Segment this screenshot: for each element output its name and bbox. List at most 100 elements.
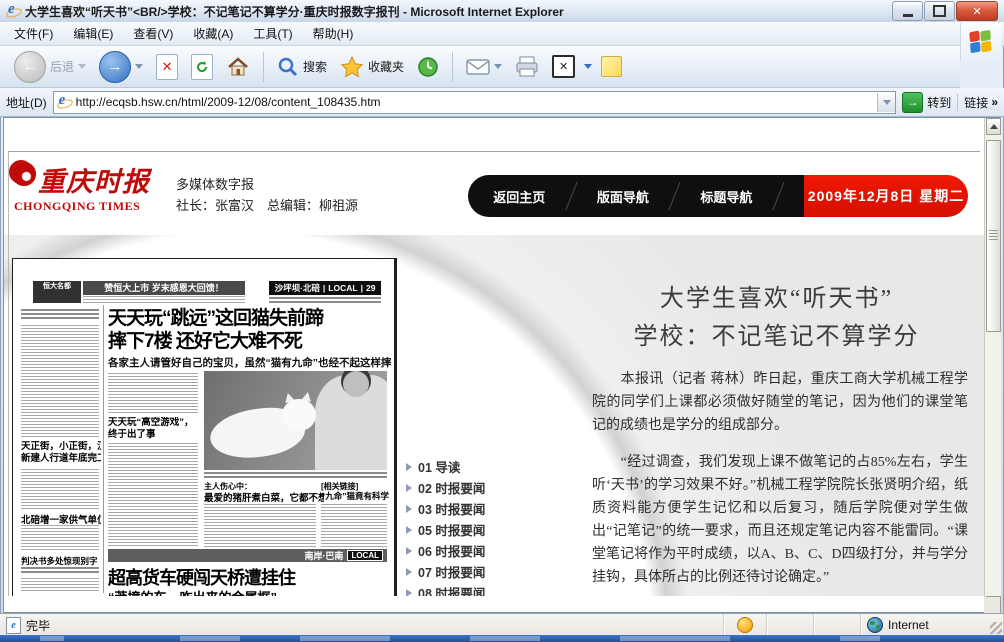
- title-bar: e 大学生喜欢“听天书”<BR/>学校：不记笔记不算学分·重庆时报数字报刊 - …: [0, 0, 1004, 23]
- logo-chinese: 重庆时报: [14, 160, 172, 199]
- placeholder-text: [108, 373, 198, 415]
- menu-favorites[interactable]: 收藏(A): [183, 22, 243, 45]
- status-empty-pane: [814, 614, 861, 636]
- ie-logo-icon: e: [6, 4, 20, 18]
- security-zone-pane: Internet: [861, 614, 1004, 636]
- favorites-star-icon: [340, 56, 364, 78]
- notes-icon: [601, 56, 622, 77]
- main-subhead: 各家主人请管好自己的宝贝，虽然“猫有九命”也经不起这样摔: [108, 355, 388, 370]
- close-button[interactable]: ✕: [956, 1, 998, 21]
- nav-titles-link[interactable]: 标题导航: [700, 187, 752, 206]
- nav-pages-link[interactable]: 版面导航: [597, 187, 649, 206]
- toolbar-dropdown-icon[interactable]: [584, 64, 592, 69]
- status-alert-pane: [724, 614, 767, 636]
- article-body: 本报讯（记者 蒋林）昨日起，重庆工商大学机械工程学院的同学们上课都必须做好随堂的…: [592, 368, 968, 596]
- newspaper-page-thumbnail[interactable]: 恒大名都 赞恒大上市 岁末感恩大回馈！ 沙坪坝·北碚| LOCAL| 29 天天…: [12, 258, 397, 596]
- edit-button[interactable]: ✕: [548, 53, 579, 80]
- notes-button[interactable]: [597, 54, 626, 79]
- stop-button[interactable]: ✕: [152, 52, 182, 82]
- mail-dropdown-icon[interactable]: [494, 64, 502, 69]
- url-input[interactable]: [74, 93, 878, 112]
- go-button[interactable]: → 转到: [902, 92, 951, 113]
- address-label: 地址(D): [6, 94, 47, 111]
- page-favicon-icon: e: [57, 95, 71, 109]
- alert-icon: [737, 617, 753, 633]
- links-more-icon: »: [991, 95, 998, 109]
- nav-separator: [669, 182, 681, 210]
- address-field[interactable]: e: [53, 91, 897, 114]
- back-button[interactable]: ← 后退: [10, 49, 90, 85]
- page-nav-item[interactable]: 05 时报要闻: [406, 519, 556, 540]
- placeholder-text: [321, 504, 387, 547]
- article-title-line1: 大学生喜欢“听天书”: [579, 278, 974, 313]
- refresh-button[interactable]: [187, 52, 217, 82]
- col-headline-1: 天正街，小正街，汉渝路 新建人行道年底完工: [21, 441, 101, 465]
- placeholder-text: [83, 296, 245, 303]
- cat-head: [282, 399, 316, 431]
- scroll-up-button[interactable]: [986, 118, 1001, 135]
- logo-emblem-icon: [12, 162, 36, 186]
- page-nav-item[interactable]: 02 时报要闻: [406, 477, 556, 498]
- masthead-nav: 返回主页 版面导航 标题导航 2009年12月8日 星期二: [468, 175, 968, 217]
- home-button[interactable]: [222, 53, 254, 81]
- ad-headline: 赞恒大上市 岁末感恩大回馈！: [83, 281, 245, 295]
- internet-globe-icon: [867, 617, 883, 633]
- maximize-icon: [933, 5, 946, 17]
- history-button[interactable]: [413, 54, 443, 80]
- page-nav-item[interactable]: 06 时报要闻: [406, 540, 556, 561]
- edit-icon: ✕: [552, 55, 575, 78]
- menu-help[interactable]: 帮助(H): [303, 22, 364, 45]
- search-button[interactable]: 搜索: [273, 54, 331, 80]
- resize-grip[interactable]: [990, 622, 1002, 634]
- history-clock-icon: [417, 56, 439, 78]
- placeholder-headline: [21, 309, 99, 321]
- arrow-icon: [406, 547, 412, 555]
- window-title: 大学生喜欢“听天书”<BR/>学校：不记笔记不算学分·重庆时报数字报刊 - Mi…: [25, 3, 564, 20]
- webpage: 重庆时报 CHONGQING TIMES 多媒体数字报 社长：张富汉 总编辑：柳…: [4, 118, 984, 596]
- favorites-button[interactable]: 收藏夹: [336, 54, 408, 80]
- back-dropdown-icon[interactable]: [78, 64, 86, 69]
- nav-home-link[interactable]: 返回主页: [493, 187, 545, 206]
- nav-separator: [772, 182, 784, 210]
- browser-viewport: 重庆时报 CHONGQING TIMES 多媒体数字报 社长：张富汉 总编辑：柳…: [3, 117, 1001, 613]
- print-button[interactable]: [511, 54, 543, 80]
- vertical-scroll-thumb[interactable]: [986, 140, 1001, 332]
- address-bar: 地址(D) e → 转到 链接 »: [0, 88, 1004, 117]
- main-headline: 天天玩“跳远”这回猫失前蹄 摔下7楼 还好它大难不死: [108, 307, 388, 353]
- placeholder-text: [108, 443, 198, 547]
- article-paragraph: “经过调查，我们发现上课不做笔记的占85%左右，学生听‘天书’的学习效果不好。”…: [592, 451, 968, 589]
- status-message-pane: e 完毕: [0, 614, 724, 636]
- page-nav-item[interactable]: 03 时报要闻: [406, 498, 556, 519]
- scrollbar-corner: [984, 597, 1000, 613]
- printer-icon: [515, 56, 539, 78]
- masthead-nav-links: 返回主页 版面导航 标题导航: [468, 175, 804, 217]
- mail-button[interactable]: [462, 56, 506, 78]
- placeholder-text: [21, 525, 99, 551]
- vertical-scrollbar[interactable]: [984, 118, 1001, 613]
- forward-dropdown-icon[interactable]: [135, 64, 143, 69]
- search-label: 搜索: [303, 58, 327, 75]
- maximize-button[interactable]: [924, 1, 955, 21]
- menu-view[interactable]: 查看(V): [123, 22, 183, 45]
- links-toolbar[interactable]: 链接 »: [957, 94, 998, 111]
- forward-button[interactable]: →: [95, 49, 147, 85]
- site-logo[interactable]: 重庆时报 CHONGQING TIMES: [14, 160, 172, 224]
- search-icon: [277, 56, 299, 78]
- refresh-icon: [191, 54, 213, 80]
- logo-english: CHONGQING TIMES: [14, 199, 172, 214]
- minimize-button[interactable]: [892, 1, 923, 21]
- browser-window: e 大学生喜欢“听天书”<BR/>学校：不记笔记不算学分·重庆时报数字报刊 - …: [0, 0, 1004, 642]
- caption-headline: 最爱的猪肝煮白菜，它都不想吃: [204, 490, 324, 504]
- menu-edit[interactable]: 编辑(E): [63, 22, 123, 45]
- menu-file[interactable]: 文件(F): [4, 22, 63, 45]
- arrow-icon: [406, 526, 412, 534]
- page-nav-item[interactable]: 01 导读: [406, 456, 556, 477]
- cat-photo: [204, 371, 387, 470]
- header-divider: [8, 151, 980, 152]
- page-nav-item[interactable]: 07 时报要闻: [406, 561, 556, 582]
- masthead-staff: 社长：张富汉 总编辑：柳祖源: [176, 195, 358, 216]
- address-dropdown-button[interactable]: [877, 93, 895, 112]
- page-nav-item[interactable]: 08 时报要闻: [406, 582, 556, 596]
- menu-tools[interactable]: 工具(T): [243, 22, 302, 45]
- ad-tag: 恒大名都: [33, 281, 81, 303]
